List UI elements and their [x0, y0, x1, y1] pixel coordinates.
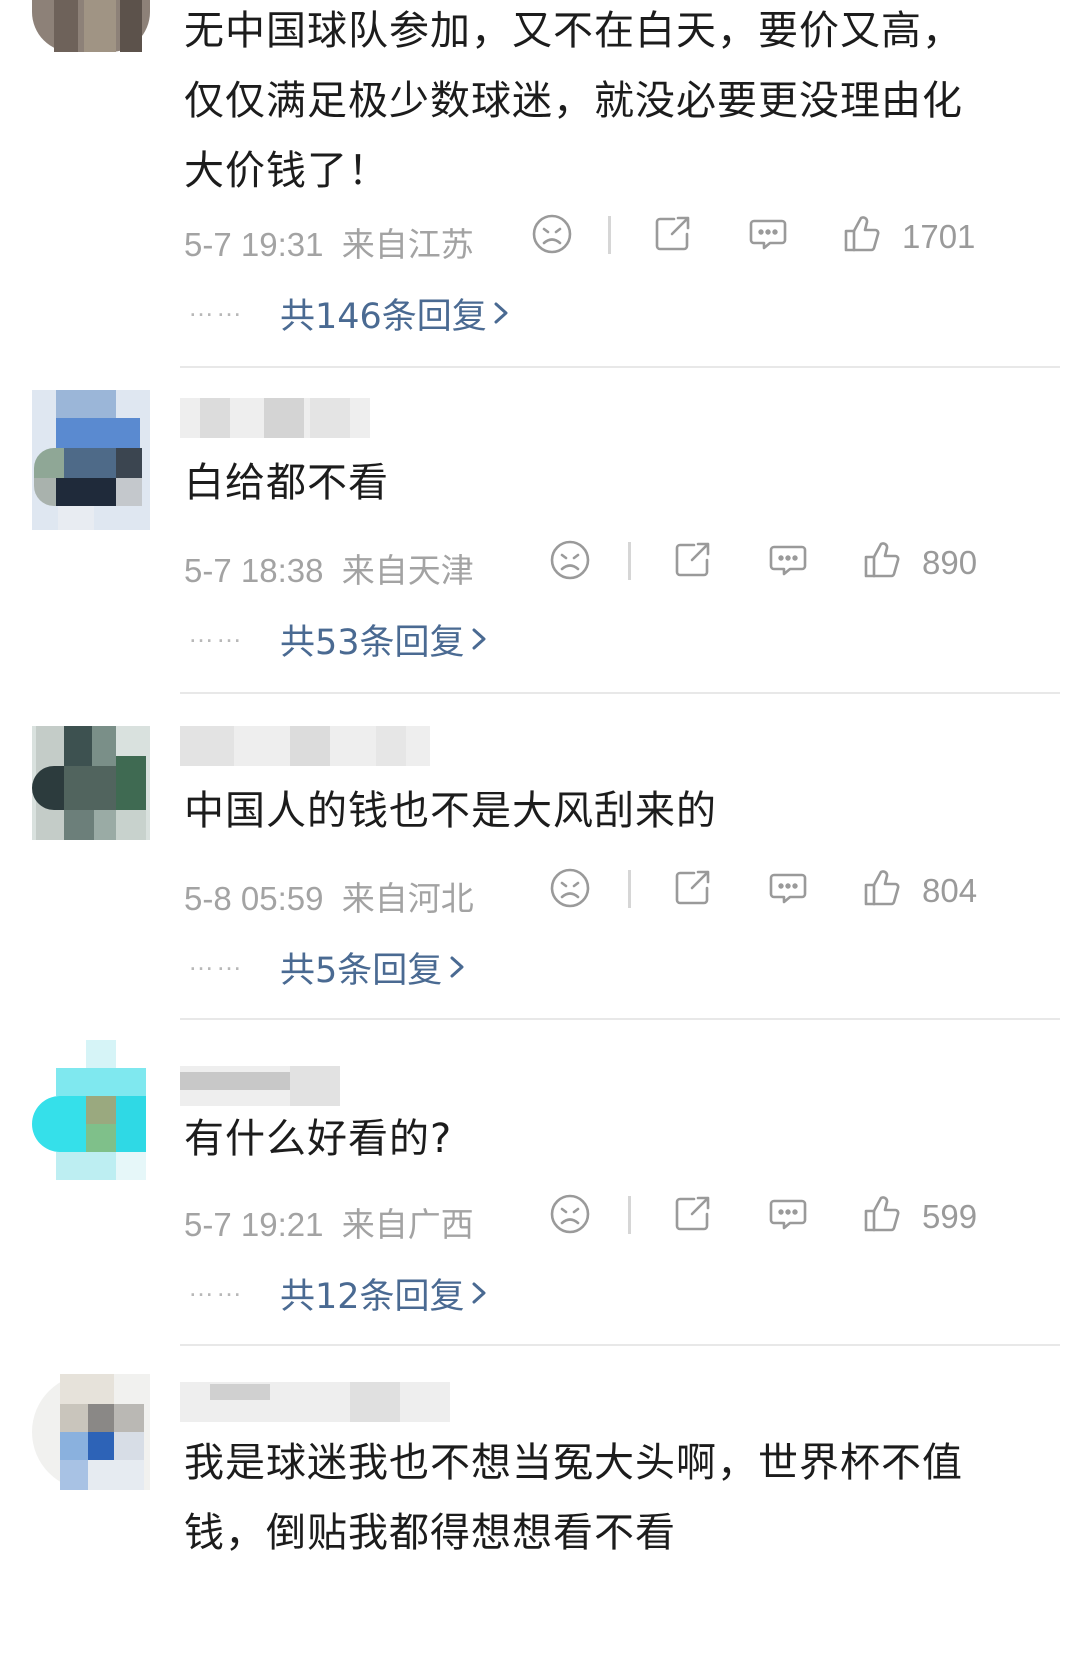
comment-time: 5-7 19:21 来自广西 [184, 1206, 474, 1243]
share-icon[interactable] [670, 538, 714, 582]
reply-dots: …… [188, 1272, 244, 1302]
username-blurred[interactable] [180, 1066, 340, 1106]
comment-meta: 5-7 18:38 来自天津 890 [184, 536, 1044, 589]
reply-dots: …… [188, 292, 244, 322]
divider [180, 1344, 1060, 1346]
comment-time: 5-7 18:38 来自天津 [184, 552, 474, 589]
divider [180, 692, 1060, 694]
divider [180, 366, 1060, 368]
avatar[interactable] [32, 0, 150, 52]
replies-count[interactable]: 共53条回复 [280, 614, 465, 665]
reply-dots: …… [188, 618, 244, 648]
sad-face-icon[interactable] [548, 866, 592, 910]
comment-meta: 5-8 05:59 来自河北 804 [184, 864, 1044, 917]
thumbs-up-icon[interactable] [860, 866, 904, 910]
sad-face-icon[interactable] [530, 212, 574, 256]
sad-face-icon[interactable] [548, 538, 592, 582]
comment-text: 有什么好看的? [184, 1116, 453, 1162]
chevron-right-icon [466, 622, 492, 656]
like-count: 804 [922, 872, 978, 909]
avatar[interactable] [32, 390, 150, 530]
comment-text: 我是球迷我也不想当冤大头啊，世界杯不值 钱，倒贴我都得想想看不看 [184, 1440, 963, 1556]
replies-count[interactable]: 共12条回复 [280, 1268, 465, 1319]
meta-separator [628, 542, 631, 580]
comment-time: 5-7 19:31 来自江苏 [184, 226, 474, 263]
comment-meta: 5-7 19:21 来自广西 599 [184, 1190, 1044, 1243]
like-count: 599 [922, 1198, 978, 1235]
username-blurred[interactable] [180, 1382, 450, 1422]
meta-separator [628, 870, 631, 908]
comment-feed: 无中国球队参加，又不在白天，要价又高， 仅仅满足极少数球迷，就没必要更没理由化 … [0, 0, 1080, 1677]
comment-time: 5-8 05:59 来自河北 [184, 880, 474, 917]
reply-dots: …… [188, 946, 244, 976]
comment-text: 白给都不看 [184, 460, 389, 506]
meta-separator [628, 1196, 631, 1234]
comment-icon[interactable] [746, 212, 790, 256]
sad-face-icon[interactable] [548, 1192, 592, 1236]
like-count: 890 [922, 544, 978, 581]
share-icon[interactable] [650, 212, 694, 256]
thumbs-up-icon[interactable] [840, 212, 884, 256]
avatar[interactable] [32, 1040, 150, 1180]
username-blurred[interactable] [180, 726, 430, 766]
comment-meta: 5-7 19:31 来自江苏 1701 [184, 210, 1044, 263]
share-icon[interactable] [670, 1192, 714, 1236]
comment-icon[interactable] [766, 1192, 810, 1236]
comment-text: 无中国球队参加，又不在白天，要价又高， 仅仅满足极少数球迷，就没必要更没理由化 … [184, 8, 963, 194]
thumbs-up-icon[interactable] [860, 1192, 904, 1236]
like-count: 1701 [902, 218, 976, 255]
replies-count[interactable]: 共5条回复 [280, 942, 442, 993]
divider [180, 1018, 1060, 1020]
avatar[interactable] [32, 1374, 150, 1490]
username-blurred[interactable] [180, 398, 370, 438]
comment-text: 中国人的钱也不是大风刮来的 [184, 788, 717, 834]
chevron-right-icon [466, 1276, 492, 1310]
meta-separator [608, 216, 611, 254]
chevron-right-icon [444, 950, 470, 984]
replies-count[interactable]: 共146条回复 [280, 288, 487, 339]
share-icon[interactable] [670, 866, 714, 910]
comment-icon[interactable] [766, 538, 810, 582]
thumbs-up-icon[interactable] [860, 538, 904, 582]
comment-icon[interactable] [766, 866, 810, 910]
chevron-right-icon [488, 296, 514, 330]
avatar[interactable] [32, 726, 150, 840]
